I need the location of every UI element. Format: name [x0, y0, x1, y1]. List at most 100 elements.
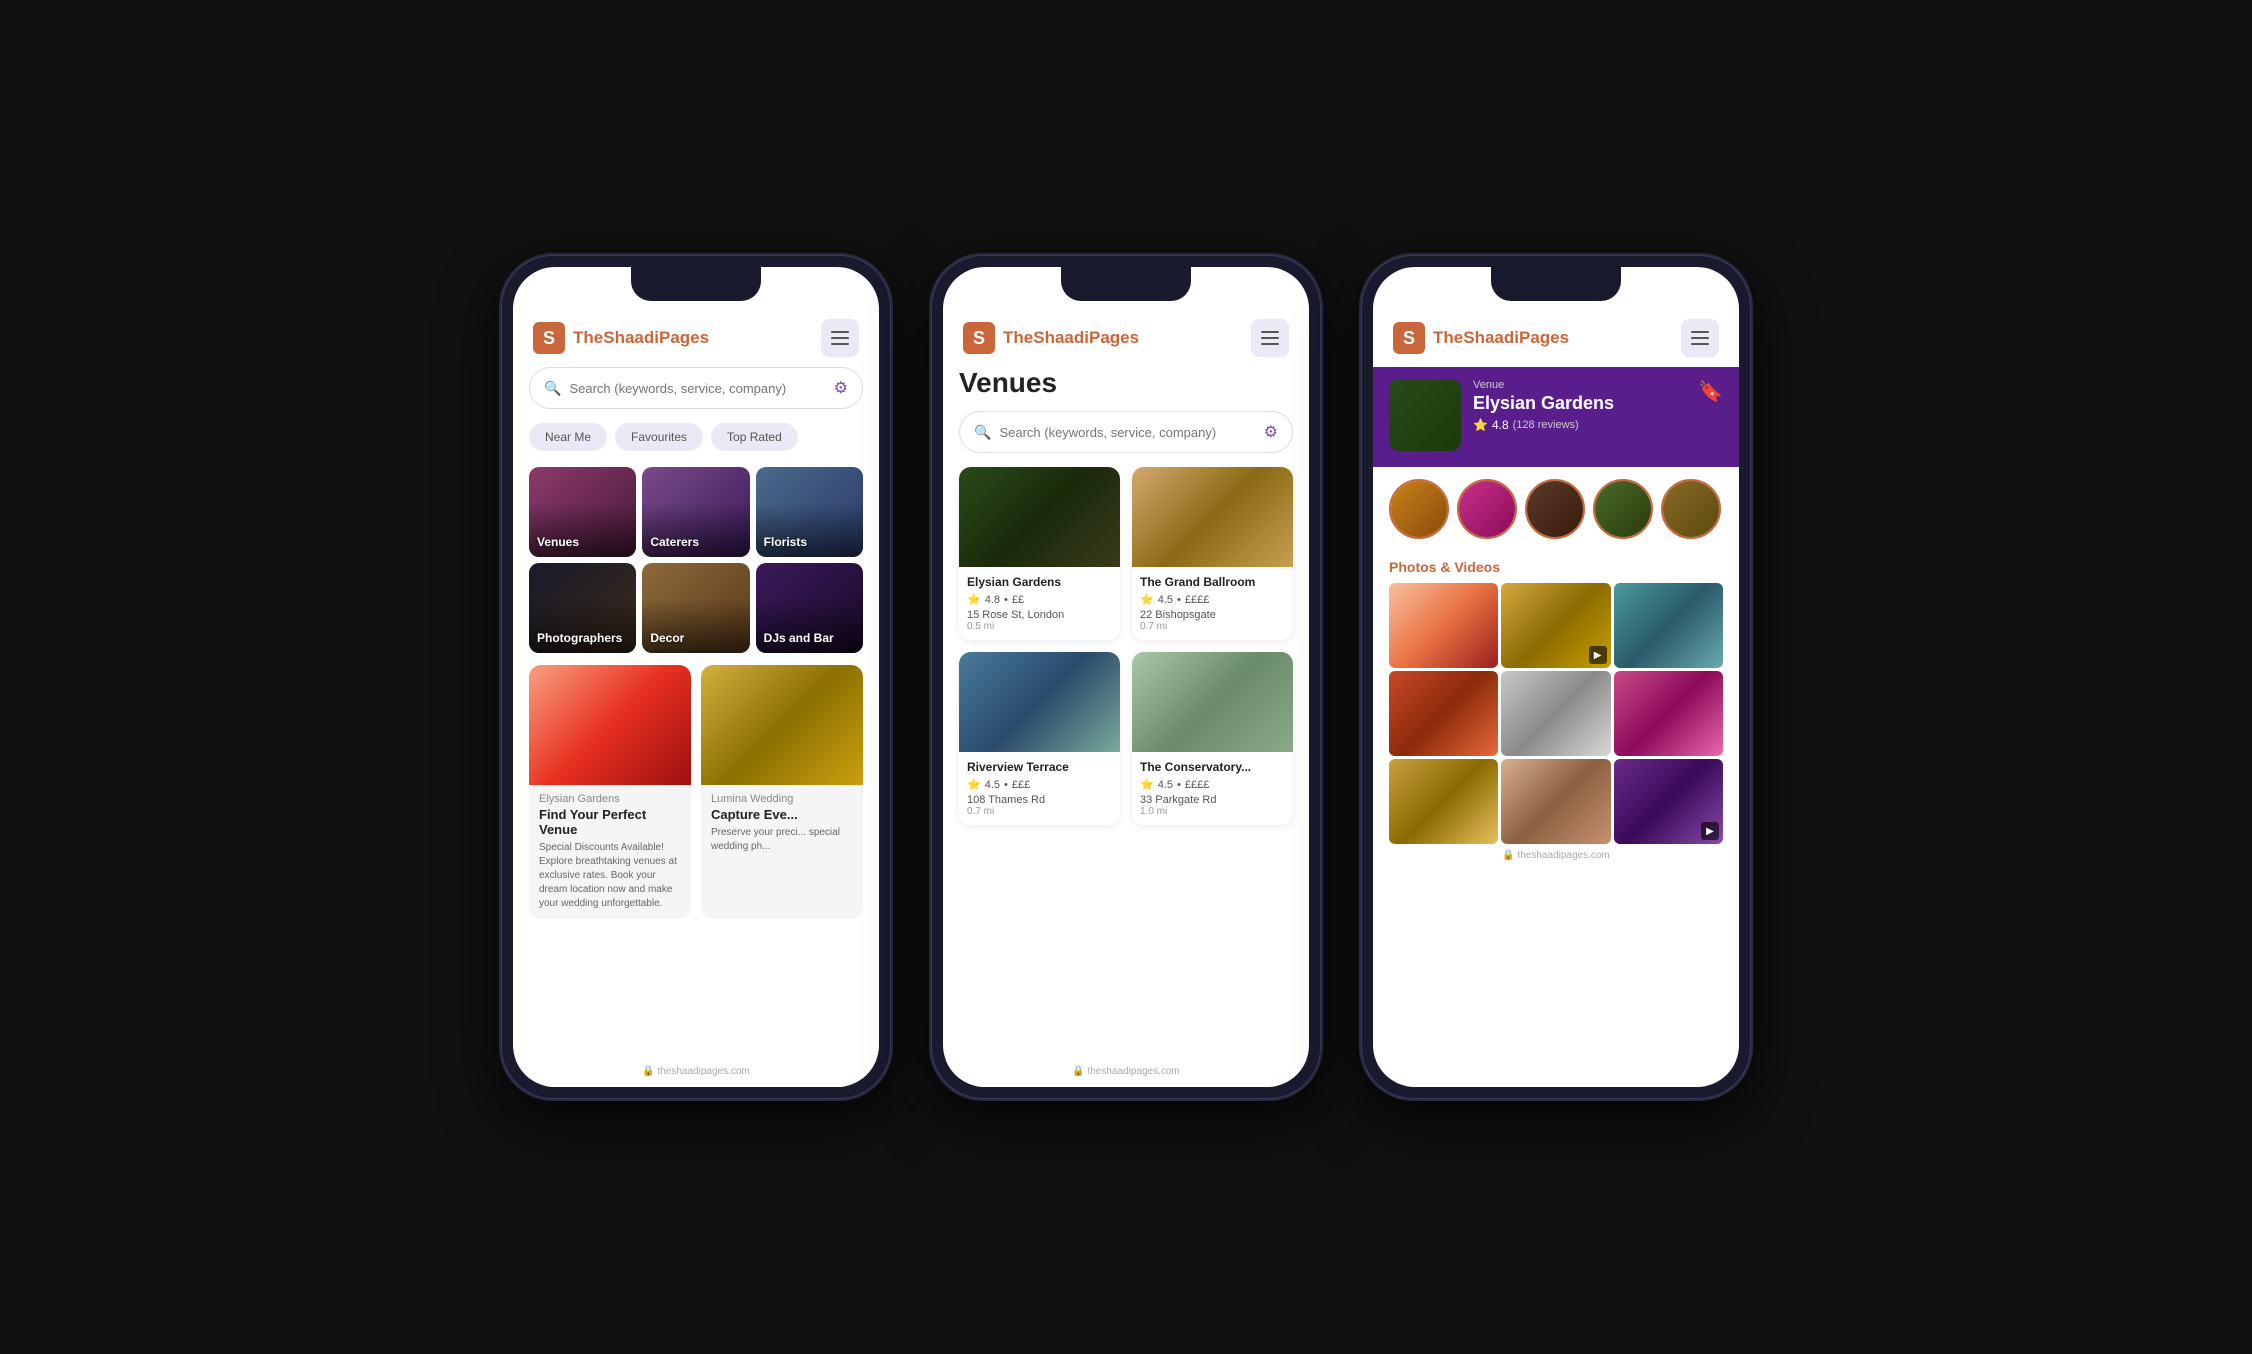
- venue-dist-2: 0.7 mi: [967, 806, 1112, 817]
- vendor-type: Venue: [1473, 379, 1686, 391]
- chip-top-rated[interactable]: Top Rated: [711, 423, 798, 451]
- filter-icon-1[interactable]: ⚙: [834, 378, 848, 398]
- header-2: S TheShaadiPages: [943, 307, 1309, 367]
- logo-1: S TheShaadiPages: [533, 322, 709, 354]
- promo-cards: Elysian Gardens Find Your Perfect Venue …: [529, 665, 863, 919]
- profile-photo-4[interactable]: [1661, 479, 1721, 539]
- vendor-name: Elysian Gardens: [1473, 393, 1686, 414]
- logo-icon-1: S: [533, 322, 565, 354]
- venue-addr-0: 15 Rose St, London: [967, 609, 1112, 621]
- venue-card-0[interactable]: Elysian Gardens ⭐ 4.8 • ££ 15 Rose St, L…: [959, 467, 1120, 640]
- venue-addr-2: 108 Thames Rd: [967, 794, 1112, 806]
- chip-favourites[interactable]: Favourites: [615, 423, 703, 451]
- promo-vendor-1: Lumina Wedding: [711, 793, 853, 805]
- search-input-1[interactable]: [569, 381, 825, 396]
- play-badge-8: ▶: [1701, 822, 1719, 840]
- profile-photo-2[interactable]: [1525, 479, 1585, 539]
- photo-thumb-7[interactable]: [1501, 759, 1610, 844]
- cat-florists[interactable]: Florists: [756, 467, 863, 557]
- promo-desc-0: Special Discounts Available! Explore bre…: [539, 841, 681, 911]
- phone-3: S TheShaadiPages: [1361, 255, 1751, 1099]
- photo-thumb-1[interactable]: ▶: [1501, 583, 1610, 668]
- promo-vendor-0: Elysian Gardens: [539, 793, 681, 805]
- cat-venues-label: Venues: [537, 535, 579, 549]
- bookmark-button[interactable]: 🔖: [1698, 379, 1723, 404]
- header-3: S TheShaadiPages: [1373, 307, 1739, 367]
- promo-card-1[interactable]: Lumina Wedding Capture Eve... Preserve y…: [701, 665, 863, 919]
- venue-name-0: Elysian Gardens: [967, 575, 1112, 589]
- promo-title-0: Find Your Perfect Venue: [539, 807, 681, 837]
- hamburger-icon-2: [1261, 331, 1279, 345]
- notch-1: [631, 267, 761, 301]
- photo-thumb-6[interactable]: [1389, 759, 1498, 844]
- venue-addr-1: 22 Bishopsgate: [1140, 609, 1285, 621]
- photo-thumb-4[interactable]: [1501, 671, 1610, 756]
- filter-icon-2[interactable]: ⚙: [1264, 422, 1278, 442]
- hamburger-icon-1: [831, 331, 849, 345]
- profile-photo-strip: [1373, 467, 1739, 551]
- photo-thumb-3[interactable]: [1389, 671, 1498, 756]
- photo-thumb-0[interactable]: [1389, 583, 1498, 668]
- search-bar-1[interactable]: 🔍 ⚙: [529, 367, 863, 409]
- promo-desc-1: Preserve your preci... special wedding p…: [711, 826, 853, 854]
- search-input-2[interactable]: [999, 425, 1255, 440]
- menu-button-1[interactable]: [821, 319, 859, 357]
- cat-photographers[interactable]: Photographers: [529, 563, 636, 653]
- photo-thumb-2[interactable]: [1614, 583, 1723, 668]
- cat-caterers-label: Caterers: [650, 535, 699, 549]
- phone-2: S TheShaadiPages Venues 🔍 ⚙: [931, 255, 1321, 1099]
- header-1: S TheShaadiPages: [513, 307, 879, 367]
- cat-venues[interactable]: Venues: [529, 467, 636, 557]
- bottom-bar-3: 🔒 theshaadipages.com: [1373, 844, 1739, 871]
- promo-title-1: Capture Eve...: [711, 807, 853, 822]
- photos-videos-title: Photos & Videos: [1373, 551, 1739, 583]
- logo-icon-2: S: [963, 322, 995, 354]
- hamburger-icon-3: [1691, 331, 1709, 345]
- venue-card-2[interactable]: Riverview Terrace ⭐ 4.5 • £££ 108 Thames…: [959, 652, 1120, 825]
- search-bar-2[interactable]: 🔍 ⚙: [959, 411, 1293, 453]
- cat-florists-label: Florists: [764, 535, 807, 549]
- venue-dist-0: 0.5 mi: [967, 621, 1112, 632]
- profile-photo-0[interactable]: [1389, 479, 1449, 539]
- venue-name-1: The Grand Ballroom: [1140, 575, 1285, 589]
- notch-3: [1491, 267, 1621, 301]
- cat-photographers-label: Photographers: [537, 631, 622, 645]
- venue-rating-0: ⭐ 4.8 • ££: [967, 593, 1112, 606]
- venue-dist-3: 1.0 mi: [1140, 806, 1285, 817]
- logo-2: S TheShaadiPages: [963, 322, 1139, 354]
- quick-filters-1: Near Me Favourites Top Rated: [529, 423, 863, 451]
- promo-card-0[interactable]: Elysian Gardens Find Your Perfect Venue …: [529, 665, 691, 919]
- venue-card-1[interactable]: The Grand Ballroom ⭐ 4.5 • ££££ 22 Bisho…: [1132, 467, 1293, 640]
- photo-thumb-8[interactable]: ▶: [1614, 759, 1723, 844]
- menu-button-3[interactable]: [1681, 319, 1719, 357]
- vendor-rating-detail: ⭐ 4.8 (128 reviews): [1473, 418, 1686, 432]
- profile-photo-1[interactable]: [1457, 479, 1517, 539]
- vendor-thumbnail: [1389, 379, 1461, 451]
- profile-photo-3[interactable]: [1593, 479, 1653, 539]
- cat-djs[interactable]: DJs and Bar: [756, 563, 863, 653]
- search-icon-1: 🔍: [544, 380, 561, 397]
- notch-2: [1061, 267, 1191, 301]
- venue-rating-2: ⭐ 4.5 • £££: [967, 778, 1112, 791]
- photo-thumb-5[interactable]: [1614, 671, 1723, 756]
- venue-rating-3: ⭐ 4.5 • ££££: [1140, 778, 1285, 791]
- search-icon-2: 🔍: [974, 424, 991, 441]
- play-badge-1: ▶: [1589, 646, 1607, 664]
- logo-text-2: TheShaadiPages: [1003, 328, 1139, 348]
- cat-djs-label: DJs and Bar: [764, 631, 834, 645]
- photo-grid: ▶: [1373, 583, 1739, 844]
- logo-3: S TheShaadiPages: [1393, 322, 1569, 354]
- logo-text-1: TheShaadiPages: [573, 328, 709, 348]
- venues-page-title: Venues: [959, 367, 1293, 399]
- logo-icon-3: S: [1393, 322, 1425, 354]
- chip-near-me[interactable]: Near Me: [529, 423, 607, 451]
- venue-rating-1: ⭐ 4.5 • ££££: [1140, 593, 1285, 606]
- venue-grid: Elysian Gardens ⭐ 4.8 • ££ 15 Rose St, L…: [959, 467, 1293, 825]
- cat-caterers[interactable]: Caterers: [642, 467, 749, 557]
- vendor-hero-section: Venue Elysian Gardens ⭐ 4.8 (128 reviews…: [1373, 367, 1739, 467]
- cat-decor-label: Decor: [650, 631, 684, 645]
- cat-decor[interactable]: Decor: [642, 563, 749, 653]
- bottom-bar-1: 🔒 theshaadipages.com: [513, 1060, 879, 1087]
- menu-button-2[interactable]: [1251, 319, 1289, 357]
- venue-card-3[interactable]: The Conservatory... ⭐ 4.5 • ££££ 33 Park…: [1132, 652, 1293, 825]
